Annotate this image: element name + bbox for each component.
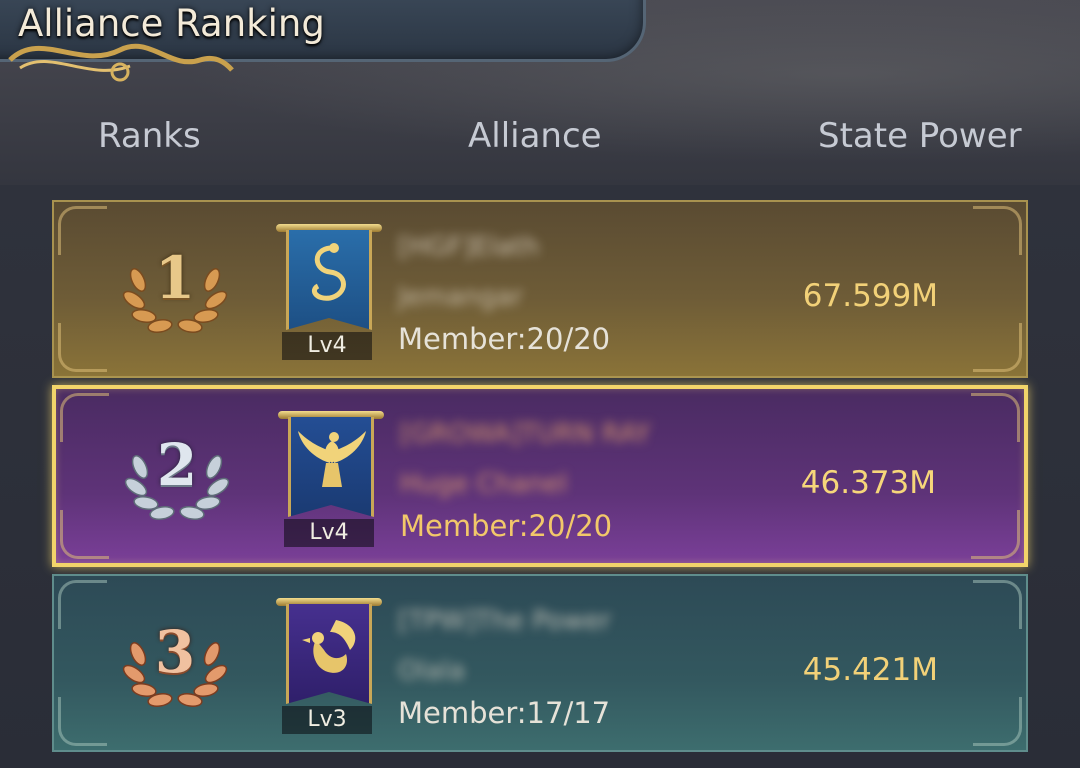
corner-ornament <box>58 580 107 629</box>
rank-number: 1 <box>154 244 196 312</box>
column-header-ranks: Ranks <box>98 116 201 156</box>
corner-ornament <box>58 323 107 372</box>
griffin-icon <box>302 620 356 673</box>
alliance-level: Lv4 <box>284 519 374 547</box>
alliance-level: Lv3 <box>282 706 372 734</box>
column-header-alliance: Alliance <box>468 116 602 156</box>
rank-number: 3 <box>154 618 196 686</box>
serpent-icon <box>312 243 346 301</box>
alliance-leader: Jemangar <box>398 282 523 312</box>
alliance-banner: Lv4 <box>278 409 384 547</box>
state-power-value: 45.421M <box>802 652 938 688</box>
member-count: Member:20/20 <box>400 509 613 543</box>
corner-ornament <box>971 510 1020 559</box>
alliance-level: Lv4 <box>282 332 372 360</box>
state-power-value: 46.373M <box>800 465 936 501</box>
state-power-value: 67.599M <box>802 278 938 314</box>
alliance-leader: Huge Chanel <box>400 469 568 499</box>
alliance-name: [GROWA]TURN RAY <box>400 419 651 449</box>
rank-badge: 2 <box>122 427 232 527</box>
alliance-banner: Lv3 <box>276 596 382 734</box>
alliance-banner: Lv4 <box>276 222 382 360</box>
rank-badge: 3 <box>120 614 230 714</box>
corner-ornament <box>973 206 1022 255</box>
corner-ornament <box>971 393 1020 442</box>
ranking-row-2[interactable]: 2 Lv4 [GROWA]TURN RAY Huge Chanel Member… <box>52 385 1028 567</box>
corner-ornament <box>973 323 1022 372</box>
corner-ornament <box>973 697 1022 746</box>
rank-badge: 1 <box>120 240 230 340</box>
eagle-icon <box>298 431 366 487</box>
ranking-row-1[interactable]: 1 Lv4 [HGF]Elath Jemangar Member:20/20 6… <box>52 200 1028 378</box>
corner-ornament <box>60 393 109 442</box>
corner-ornament <box>973 580 1022 629</box>
corner-ornament <box>60 510 109 559</box>
corner-ornament <box>58 697 107 746</box>
page-title: Alliance Ranking <box>18 2 325 45</box>
ranking-row-3[interactable]: 3 Lv3 [TPW]The Power Olala Member:17/17 … <box>52 574 1028 752</box>
member-count: Member:20/20 <box>398 322 611 356</box>
alliance-leader: Olala <box>398 656 465 686</box>
alliance-name: [TPW]The Power <box>398 606 611 636</box>
member-count: Member:17/17 <box>398 696 611 730</box>
rank-number: 2 <box>156 431 198 499</box>
alliance-name: [HGF]Elath <box>398 232 540 262</box>
corner-ornament <box>58 206 107 255</box>
column-header-state-power: State Power <box>818 116 1022 156</box>
